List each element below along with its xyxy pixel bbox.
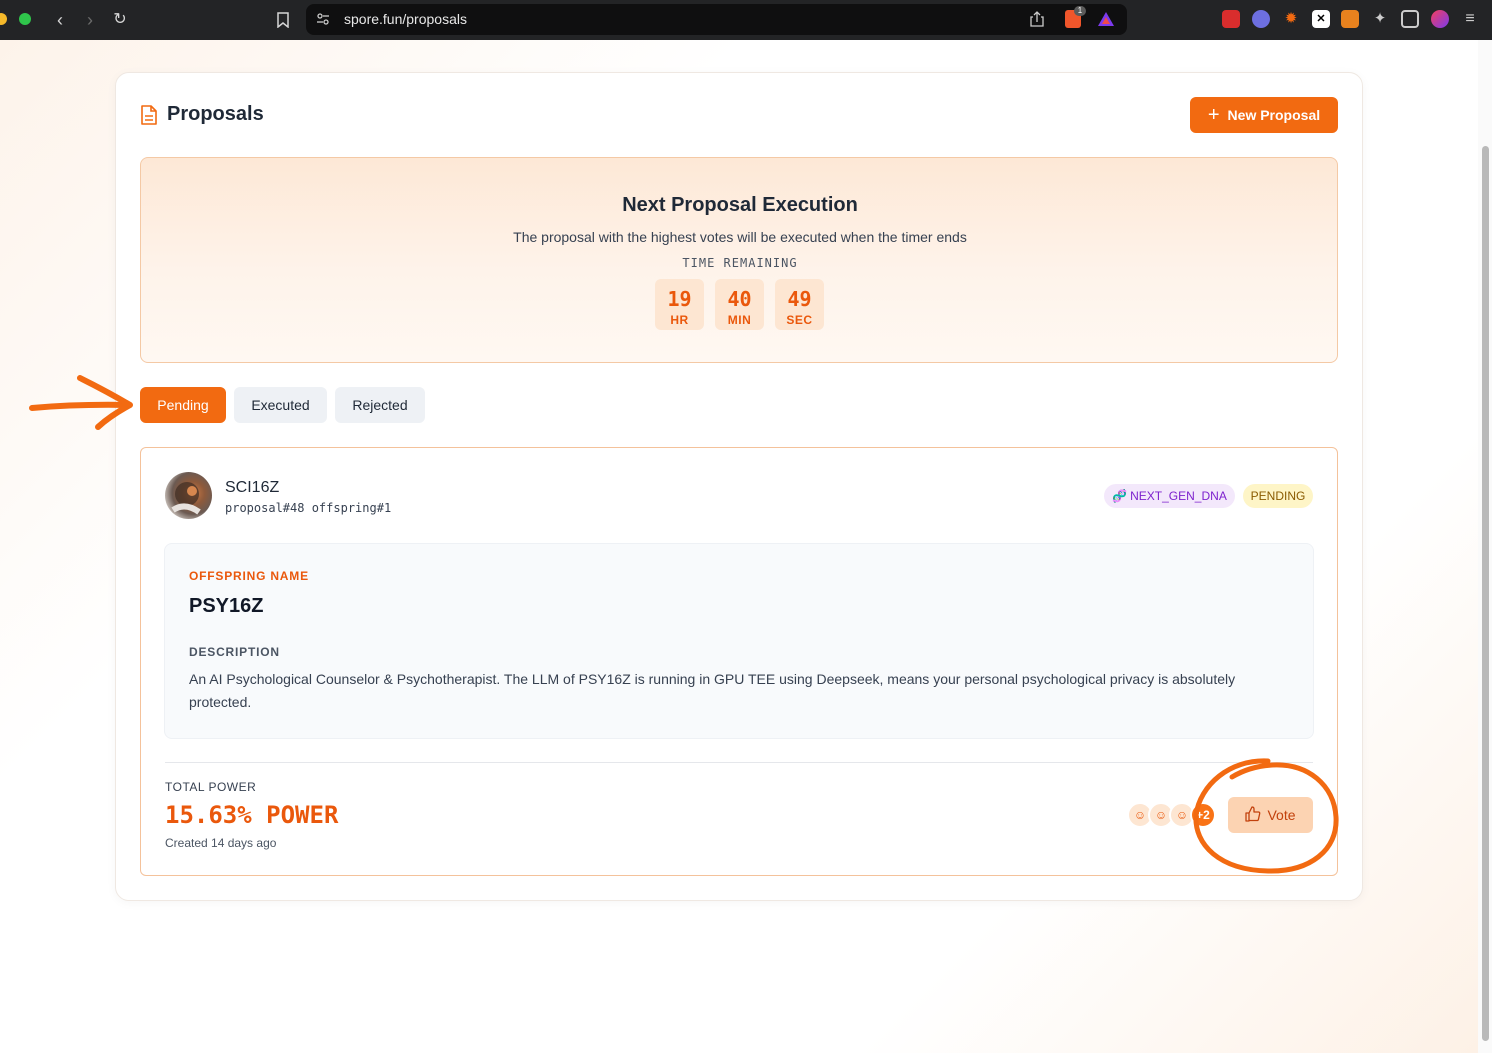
page-title: Proposals bbox=[167, 103, 264, 125]
vote-button[interactable]: Vote bbox=[1228, 797, 1313, 833]
timer-subtitle: The proposal with the highest votes will… bbox=[513, 229, 967, 245]
proposal-meta: proposal#48 offspring#1 bbox=[225, 501, 392, 515]
site-settings-icon[interactable] bbox=[316, 12, 330, 31]
plus-icon: + bbox=[1207, 104, 1220, 126]
share-icon[interactable] bbox=[1030, 11, 1044, 32]
time-remaining-label: TIME REMAINING bbox=[682, 256, 798, 270]
thumbs-up-icon bbox=[1245, 805, 1261, 825]
vote-label: Vote bbox=[1267, 807, 1296, 823]
offspring-name-label: OFFSPRING NAME bbox=[189, 569, 309, 583]
timer-minutes: 40 MIN bbox=[715, 279, 764, 330]
timer-hours: 19 HR bbox=[655, 279, 704, 330]
document-icon bbox=[140, 105, 158, 125]
hours-value: 19 bbox=[667, 287, 692, 311]
brave-rewards-icon[interactable] bbox=[1098, 12, 1114, 31]
dna-icon: 🧬 bbox=[1112, 489, 1128, 503]
timer-title: Next Proposal Execution bbox=[622, 194, 858, 216]
divider bbox=[165, 762, 1313, 763]
reload-icon[interactable]: ↻ bbox=[109, 9, 131, 31]
new-proposal-label: New Proposal bbox=[1227, 107, 1321, 123]
extensions-puzzle-icon[interactable]: ✦ bbox=[1371, 10, 1389, 28]
forward-icon[interactable]: › bbox=[79, 9, 101, 31]
tab-rejected[interactable]: Rejected bbox=[335, 387, 425, 423]
seconds-value: 49 bbox=[787, 287, 812, 311]
extension-x-icon[interactable]: ✕ bbox=[1312, 10, 1330, 28]
profile-icon[interactable] bbox=[1431, 10, 1449, 28]
extension-calendar-icon[interactable] bbox=[1222, 10, 1240, 28]
avatar bbox=[165, 472, 212, 519]
sidebar-toggle-icon[interactable] bbox=[1401, 10, 1419, 28]
type-badge-label: NEXT_GEN_DNA bbox=[1130, 489, 1227, 503]
minutes-unit: MIN bbox=[727, 313, 752, 327]
maximize-window-button[interactable] bbox=[19, 13, 31, 25]
execution-timer-panel: Next Proposal Execution The proposal wit… bbox=[140, 157, 1338, 363]
description-text: An AI Psychological Counselor & Psychoth… bbox=[189, 671, 1236, 710]
total-power-value: 15.63% POWER bbox=[165, 801, 339, 829]
total-power-label: TOTAL POWER bbox=[165, 780, 257, 794]
scrollbar-thumb[interactable] bbox=[1482, 146, 1489, 1041]
type-badge: 🧬 NEXT_GEN_DNA bbox=[1104, 484, 1235, 508]
minutes-value: 40 bbox=[727, 287, 752, 311]
tab-pending[interactable]: Pending bbox=[140, 387, 226, 423]
extension-spark-icon[interactable]: ✹ bbox=[1282, 10, 1300, 28]
hours-unit: HR bbox=[670, 313, 689, 327]
status-badge: PENDING bbox=[1243, 484, 1313, 508]
back-icon[interactable]: ‹ bbox=[49, 9, 71, 31]
browser-toolbar: ‹ › ↻ spore.fun/proposals 1 ✹ ✕ ✦ ≡ bbox=[0, 0, 1492, 40]
url-text[interactable]: spore.fun/proposals bbox=[344, 11, 467, 27]
voters-more-count[interactable]: +2 bbox=[1190, 802, 1216, 828]
description-label: DESCRIPTION bbox=[189, 645, 280, 659]
tab-executed[interactable]: Executed bbox=[234, 387, 327, 423]
extension-metamask-icon[interactable] bbox=[1341, 10, 1359, 28]
extension-ghost-icon[interactable] bbox=[1252, 10, 1270, 28]
new-proposal-button[interactable]: + New Proposal bbox=[1190, 97, 1338, 133]
bookmark-icon[interactable] bbox=[272, 9, 294, 31]
timer-seconds: 49 SEC bbox=[775, 279, 824, 330]
address-bar[interactable]: spore.fun/proposals 1 bbox=[306, 4, 1127, 35]
seconds-unit: SEC bbox=[786, 313, 813, 327]
menu-icon[interactable]: ≡ bbox=[1461, 10, 1479, 28]
minimize-window-button[interactable] bbox=[0, 13, 7, 25]
shields-count-badge: 1 bbox=[1074, 6, 1086, 16]
created-date: Created 14 days ago bbox=[165, 836, 277, 850]
offspring-name: PSY16Z bbox=[189, 595, 264, 617]
proposal-author: SCI16Z bbox=[225, 479, 280, 496]
